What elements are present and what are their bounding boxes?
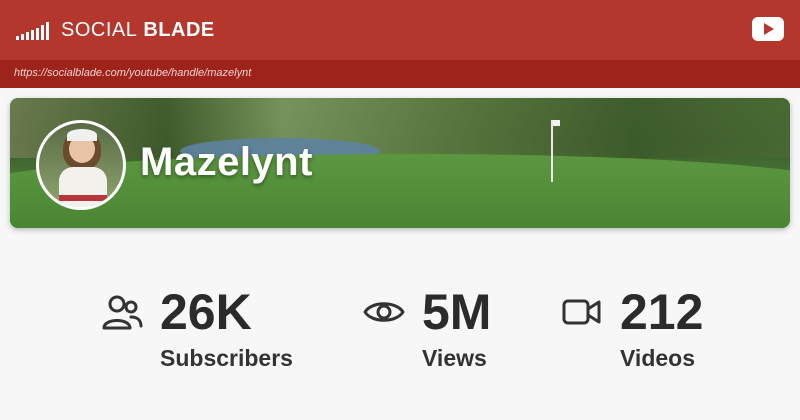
profile-url: https://socialblade.com/youtube/handle/m… — [14, 67, 252, 79]
youtube-icon[interactable] — [752, 17, 784, 41]
header-bar: SOCIAL BLADE — [0, 0, 800, 60]
url-bar: https://socialblade.com/youtube/handle/m… — [0, 60, 800, 88]
eye-icon — [363, 302, 405, 322]
subscribers-value: 26K — [160, 284, 252, 340]
brand-logo[interactable]: SOCIAL BLADE — [16, 16, 215, 44]
views-label: Views — [422, 345, 487, 371]
channel-name: Mazelynt — [140, 140, 313, 184]
subscribers-label: Subscribers — [160, 345, 293, 371]
views-stat: 5M Views — [362, 280, 552, 380]
brand-name: SOCIAL BLADE — [61, 18, 215, 41]
subscribers-stat: 26K Subscribers — [100, 280, 330, 380]
avatar — [36, 120, 126, 210]
videos-value: 212 — [620, 284, 704, 340]
signal-bars-icon — [16, 20, 49, 40]
videos-label: Videos — [620, 345, 695, 371]
video-camera-icon — [562, 299, 601, 325]
golf-course-banner — [10, 98, 790, 228]
users-icon — [102, 295, 143, 330]
views-value: 5M — [422, 284, 492, 340]
videos-stat: 212 Videos — [560, 280, 750, 380]
